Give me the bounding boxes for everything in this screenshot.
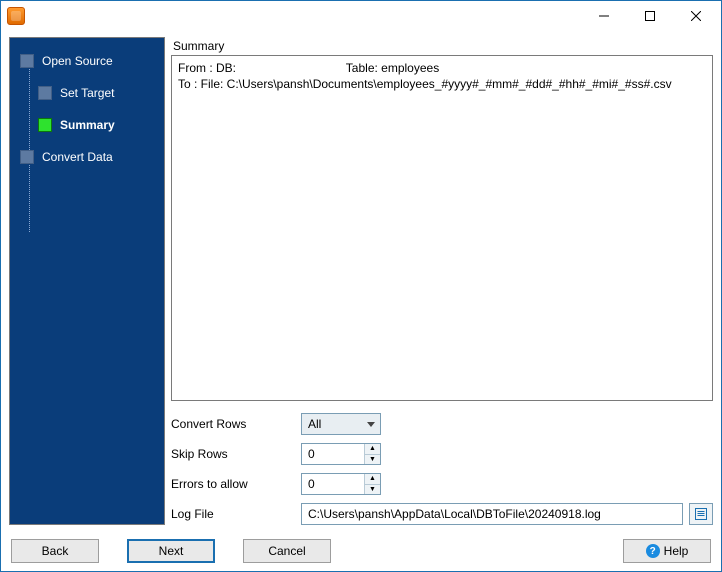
summary-to-line: To : File: C:\Users\pansh\Documents\empl… <box>178 77 672 91</box>
close-button[interactable] <box>673 1 719 31</box>
help-button[interactable]: ? Help <box>623 539 711 563</box>
errors-allow-spinner[interactable]: 0 ▲ ▼ <box>301 473 381 495</box>
spinner-down-icon[interactable]: ▼ <box>365 455 380 465</box>
step-bullet-icon <box>20 150 34 164</box>
back-button-label: Back <box>42 544 69 558</box>
help-button-label: Help <box>664 544 689 558</box>
button-bar: Back Next Cancel ? Help <box>9 539 713 563</box>
skip-rows-value: 0 <box>308 447 315 461</box>
step-label: Set Target <box>60 86 114 100</box>
chevron-down-icon <box>362 414 380 434</box>
app-window: Open Source Set Target Summary Convert D… <box>0 0 722 572</box>
maximize-button[interactable] <box>627 1 673 31</box>
options-form: Convert Rows All Skip Rows 0 <box>171 413 713 525</box>
step-label: Summary <box>60 118 115 132</box>
top-panes: Open Source Set Target Summary Convert D… <box>9 37 713 525</box>
spinner-down-icon[interactable]: ▼ <box>365 485 380 495</box>
main-pane: Summary From : DB: Table: employees To :… <box>171 37 713 525</box>
summary-text: From : DB: Table: employees To : File: C… <box>171 55 713 401</box>
browse-icon <box>694 507 708 521</box>
cancel-button[interactable]: Cancel <box>243 539 331 563</box>
step-bullet-icon <box>38 118 52 132</box>
cancel-button-label: Cancel <box>268 544 305 558</box>
spinner-up-icon[interactable]: ▲ <box>365 444 380 455</box>
skip-rows-label: Skip Rows <box>171 447 291 461</box>
log-file-value: C:\Users\pansh\AppData\Local\DBToFile\20… <box>308 507 601 521</box>
maximize-icon <box>645 11 655 21</box>
step-label: Convert Data <box>42 150 113 164</box>
minimize-button[interactable] <box>581 1 627 31</box>
spinner-up-icon[interactable]: ▲ <box>365 474 380 485</box>
body: Open Source Set Target Summary Convert D… <box>1 31 721 571</box>
convert-rows-value: All <box>308 417 321 431</box>
summary-heading: Summary <box>171 37 713 55</box>
minimize-icon <box>599 11 609 21</box>
sidebar-step-open-source[interactable]: Open Source <box>10 48 164 74</box>
help-icon: ? <box>646 544 660 558</box>
log-file-field[interactable]: C:\Users\pansh\AppData\Local\DBToFile\20… <box>301 503 683 525</box>
wizard-sidebar: Open Source Set Target Summary Convert D… <box>9 37 165 525</box>
log-file-label: Log File <box>171 507 291 521</box>
next-button[interactable]: Next <box>127 539 215 563</box>
skip-rows-spinner[interactable]: 0 ▲ ▼ <box>301 443 381 465</box>
next-button-label: Next <box>159 544 184 558</box>
sidebar-step-set-target[interactable]: Set Target <box>10 80 164 106</box>
summary-from-line: From : DB: Table: employees <box>178 61 439 75</box>
app-icon <box>7 7 25 25</box>
back-button[interactable]: Back <box>11 539 99 563</box>
sidebar-step-summary[interactable]: Summary <box>10 112 164 138</box>
titlebar <box>1 1 721 31</box>
convert-rows-select[interactable]: All <box>301 413 381 435</box>
close-icon <box>691 11 701 21</box>
step-bullet-icon <box>38 86 52 100</box>
errors-allow-label: Errors to allow <box>171 477 291 491</box>
sidebar-step-convert-data[interactable]: Convert Data <box>10 144 164 170</box>
log-file-browse-button[interactable] <box>689 503 713 525</box>
step-bullet-icon <box>20 54 34 68</box>
errors-allow-value: 0 <box>308 477 315 491</box>
step-label: Open Source <box>42 54 113 68</box>
convert-rows-label: Convert Rows <box>171 417 291 431</box>
